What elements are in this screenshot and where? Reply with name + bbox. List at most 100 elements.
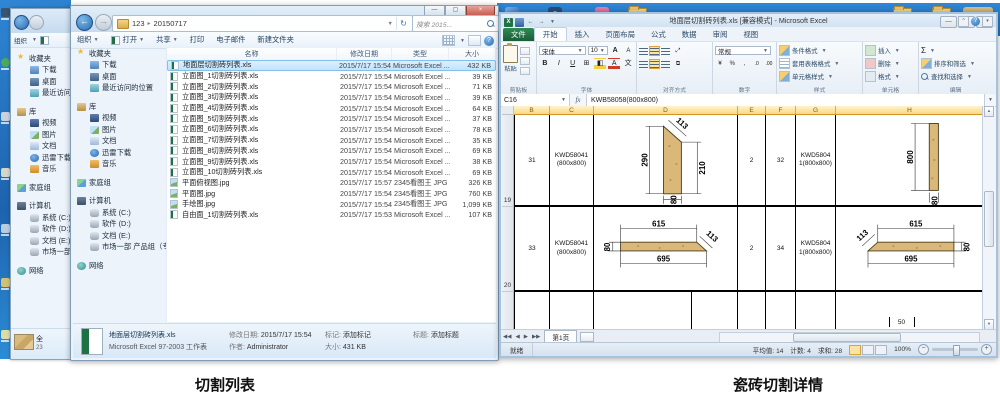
file-row[interactable]: 立面图_1切割砖列表.xls 2015/7/17 15:54 Microsoft… (167, 71, 496, 82)
align-middle-icon[interactable] (650, 47, 659, 55)
prev-sheet-icon[interactable]: ◀ (513, 334, 521, 340)
file-row[interactable]: 平面俯视图.jpg 2015/7/17 15:57 2345看图王 JPG ..… (167, 178, 496, 189)
ribbon-tab[interactable]: 公式 (643, 28, 674, 41)
align-right-icon[interactable] (661, 60, 670, 68)
sidebar-item[interactable]: 家庭组 (13, 182, 73, 194)
grow-font-icon[interactable]: A (610, 45, 621, 57)
cell-e19[interactable]: 2 (738, 115, 766, 207)
cell-h19-tile-diagram[interactable]: 800 80 (836, 115, 983, 207)
cell-g19[interactable]: KWD58041(800x800) (796, 115, 836, 207)
decrease-decimal-icon[interactable]: .00 (764, 58, 774, 70)
select-all-corner[interactable] (502, 106, 514, 115)
desktop-icon[interactable] (1, 168, 10, 177)
cell-b19[interactable]: 31 (514, 115, 550, 207)
cell-g21[interactable] (796, 292, 836, 330)
sidebar-item[interactable]: 计算机 (73, 196, 166, 208)
phonetic-icon[interactable]: 文 (622, 58, 634, 70)
file-row[interactable]: 地面层切割砖列表.xls 2015/7/17 15:54 Microsoft E… (167, 60, 496, 71)
cell-c21[interactable] (550, 292, 594, 330)
cell-d20-tile-diagram[interactable]: 615 80 695 113 (594, 207, 738, 292)
align-left-icon[interactable] (639, 60, 648, 68)
file-row[interactable]: 立面图_10切割砖列表.xls 2015/7/17 15:54 Microsof… (167, 167, 496, 178)
italic-icon[interactable]: I (553, 58, 565, 70)
sidebar-item[interactable]: 文档 (E:) (13, 235, 73, 247)
cell-b20[interactable]: 33 (514, 207, 550, 292)
cell-b21[interactable] (514, 292, 550, 330)
number-format-select[interactable]: 常规▼ (715, 46, 771, 55)
file-row[interactable]: 立面图_3切割砖列表.xls 2015/7/17 15:54 Microsoft… (167, 92, 496, 103)
sidebar-item[interactable]: 文档 (73, 136, 166, 148)
sidebar-item[interactable]: 市场一部 产品组（专用） (73, 242, 166, 254)
column-header[interactable]: D (594, 106, 738, 115)
ribbon-tab[interactable]: 页面布局 (597, 28, 643, 41)
help-icon[interactable]: ? (484, 36, 494, 46)
fill-color-icon[interactable]: ◧ (594, 58, 606, 70)
page-break-view-icon[interactable] (875, 345, 887, 355)
file-row[interactable]: 立面图_2切割砖列表.xls 2015/7/17 15:54 Microsoft… (167, 81, 496, 92)
file-row[interactable]: 手绘图.jpg 2015/7/17 15:54 2345看图王 JPG ... … (167, 199, 496, 210)
file-row[interactable]: 自由面_1切割砖列表.xls 2015/7/17 15:53 Microsoft… (167, 210, 496, 221)
desktop-icon[interactable] (1, 224, 10, 233)
cell-d21[interactable] (594, 292, 738, 330)
address-bar[interactable]: 123 ▸ 20150717 ▼ ↻ (112, 15, 413, 32)
desktop-icon[interactable] (1, 58, 10, 67)
underline-icon[interactable]: U (567, 58, 579, 70)
sidebar-item[interactable]: 网络 (73, 260, 166, 272)
breadcrumb-segment[interactable]: 123 (132, 19, 145, 28)
zoom-in-icon[interactable]: + (981, 344, 992, 355)
file-row[interactable]: 立面图_6切割砖列表.xls 2015/7/17 15:54 Microsoft… (167, 124, 496, 135)
desktop-icon[interactable] (1, 112, 10, 121)
sidebar-item[interactable]: 软件 (D:) (13, 224, 73, 236)
desktop-icon[interactable] (1, 330, 10, 339)
column-header[interactable]: C (550, 106, 594, 115)
font-color-icon[interactable]: A (608, 58, 620, 70)
sidebar-item[interactable]: 视频 (13, 118, 73, 130)
file-row[interactable]: 立面图_4切割砖列表.xls 2015/7/17 15:54 Microsoft… (167, 103, 496, 114)
sidebar-item[interactable]: 迅雷下载 (13, 152, 73, 164)
normal-view-icon[interactable] (849, 345, 861, 355)
cell-f21[interactable] (766, 292, 796, 330)
sidebar-item[interactable]: 系统 (C:) (73, 207, 166, 219)
sort-filter-button[interactable]: 排序和筛选▼ (921, 57, 990, 70)
sidebar-item[interactable]: 下载 (73, 60, 166, 72)
details-tags[interactable]: 标记: 添加标记 (325, 330, 371, 340)
zoom-slider-thumb[interactable] (953, 345, 960, 356)
cell-d19-tile-diagram[interactable]: 290 210 113 80 (594, 115, 738, 207)
sidebar-item[interactable]: 桌面 (13, 76, 73, 88)
sidebar-item[interactable]: 音乐 (13, 164, 73, 176)
help-icon[interactable]: ? (971, 17, 980, 26)
last-sheet-icon[interactable]: ▶▶ (530, 334, 542, 340)
cell-g20[interactable]: KWD58041(800x800) (796, 207, 836, 292)
first-sheet-icon[interactable]: ◀◀ (501, 334, 513, 340)
ribbon-tab[interactable]: 插入 (567, 28, 598, 41)
preview-pane-icon[interactable] (468, 35, 481, 46)
sidebar-item[interactable]: 文档 (E:) (73, 230, 166, 242)
row-header[interactable]: 19 (502, 115, 514, 207)
breadcrumb-segment[interactable]: 20150717 (154, 19, 187, 28)
email-button[interactable]: 电子邮件 (210, 35, 251, 45)
fx-icon[interactable]: fx (570, 94, 587, 106)
row-header[interactable]: 20 (502, 207, 514, 292)
share-menu[interactable]: 共享▼ (150, 35, 184, 45)
organize-menu[interactable]: 组织▼ (71, 35, 105, 45)
cut-icon[interactable] (520, 47, 530, 55)
sidebar-item[interactable]: 视频 (73, 113, 166, 125)
forward-icon[interactable] (29, 15, 44, 30)
paste-button[interactable]: 粘贴 (503, 45, 518, 86)
search-input[interactable]: 搜索 2015... (412, 15, 499, 32)
cell-e20[interactable]: 2 (738, 207, 766, 292)
back-icon[interactable] (14, 15, 29, 30)
sidebar-item[interactable]: 收藏夹 (13, 53, 73, 65)
sidebar-item[interactable]: 软件 (D:) (73, 219, 166, 231)
ribbon-tab[interactable]: 文件 (503, 28, 534, 41)
file-row[interactable]: 立面图_7切割砖列表.xls 2015/7/17 15:54 Microsoft… (167, 135, 496, 146)
column-header-date[interactable]: 修改日期 (337, 48, 392, 60)
desktop-icon[interactable] (1, 278, 10, 287)
redo-icon[interactable]: → (537, 18, 546, 27)
formula-input[interactable]: KWB58058(800x800) (587, 94, 984, 106)
sidebar-item[interactable]: 桌面 (73, 71, 166, 83)
open-menu[interactable]: 打开▼ (105, 35, 151, 45)
cell-c20[interactable]: KWD58041(800x800) (550, 207, 594, 292)
column-header[interactable]: B (514, 106, 550, 115)
shrink-font-icon[interactable]: A (623, 45, 634, 57)
